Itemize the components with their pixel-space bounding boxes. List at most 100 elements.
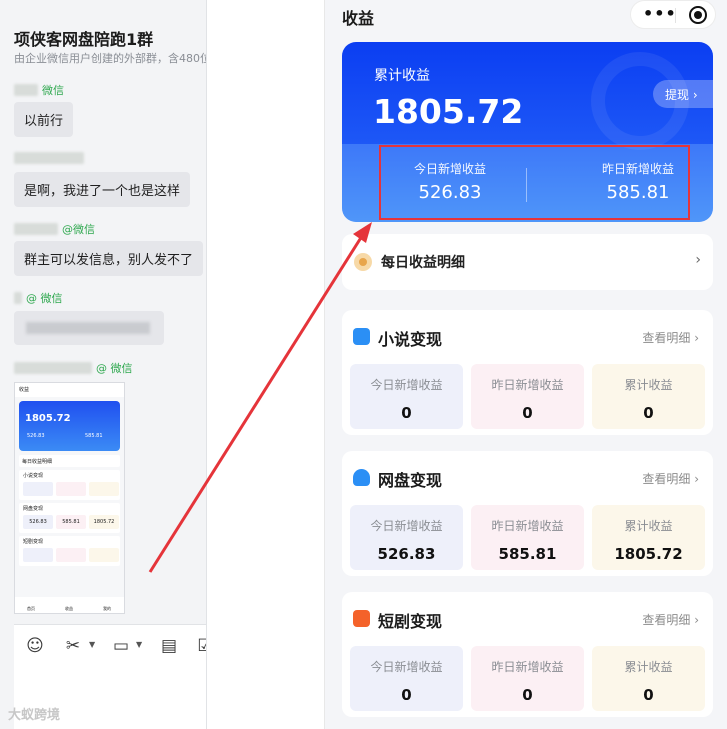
view-detail-link[interactable]: 查看明细 ›: [642, 611, 699, 628]
section-novel: 小说变现 查看明细 › 今日新增收益 0 昨日新增收益 0 累计收益 0: [342, 310, 713, 435]
message-bubble-blurred[interactable]: [14, 311, 164, 345]
message-bubble[interactable]: 是啊，我进了一个也是这样: [14, 172, 191, 207]
message-sender: @微信: [14, 221, 95, 237]
box-label: 累计收益: [624, 660, 673, 674]
view-detail-label: 查看明细: [642, 472, 691, 486]
message-sender: @ 微信: [14, 360, 133, 376]
view-detail-link[interactable]: 查看明细 ›: [642, 470, 699, 487]
chat-panel: 项侠客网盘陪跑1群 由企业微信用户创建的外部群，含480位外 微信 以前行 是啊…: [0, 0, 207, 729]
section-short-drama: 短剧变现 查看明细 › 今日新增收益 0 昨日新增收益 0 累计收益 0: [342, 592, 713, 717]
chevron-down-icon[interactable]: ▼: [89, 640, 95, 649]
message-sender: 微信: [14, 82, 64, 98]
box-label: 今日新增收益: [370, 519, 443, 533]
message-sender: @ 微信: [14, 290, 63, 306]
box-value: 0: [522, 686, 533, 704]
view-detail-label: 查看明细: [642, 331, 691, 345]
thumb-section: 短剧变现: [19, 536, 120, 566]
thumb-section-title: 网盘变现: [23, 506, 44, 512]
yesterday-box: 昨日新增收益 585.81: [471, 505, 584, 570]
box-label: 昨日新增收益: [491, 660, 564, 674]
total-earnings-label: 累计收益: [374, 68, 430, 84]
thumb-tab: 我的: [103, 606, 111, 611]
highlight-box: [379, 145, 690, 220]
emoji-icon[interactable]: ☺: [24, 635, 46, 657]
total-box: 累计收益 0: [592, 646, 705, 711]
blurred-name: [14, 223, 58, 235]
box-label: 昨日新增收益: [491, 519, 564, 533]
section-title: 小说变现: [378, 330, 443, 349]
total-box: 累计收益 1805.72: [592, 505, 705, 570]
chevron-down-icon[interactable]: ▼: [136, 640, 142, 649]
thumb-daily: 每日收益明细: [19, 455, 120, 467]
box-value: 0: [401, 404, 412, 422]
play-icon: [353, 610, 370, 627]
message-bubble[interactable]: 以前行: [14, 102, 74, 137]
today-box: 今日新增收益 526.83: [350, 505, 463, 570]
withdraw-label: 提现: [665, 88, 690, 102]
thumb-section: 网盘变现 526.83 585.81 1805.72: [19, 503, 120, 533]
box-value: 0: [643, 686, 654, 704]
blurred-name: [14, 292, 22, 304]
daily-earnings-detail-row[interactable]: 每日收益明细 ›: [342, 234, 713, 290]
cloud-upload-icon: [353, 469, 370, 486]
blurred-name: [14, 152, 84, 164]
message-bubble[interactable]: 群主可以发信息，别人发不了: [14, 241, 204, 276]
thumb-section-title: 短剧变现: [23, 539, 44, 545]
yesterday-box: 昨日新增收益 0: [471, 646, 584, 711]
view-detail-link[interactable]: 查看明细 ›: [642, 329, 699, 346]
box-value: 0: [522, 404, 533, 422]
box-label: 累计收益: [624, 378, 673, 392]
thumb-box: [56, 482, 86, 496]
watermark-text: 大蚁跨境: [8, 708, 61, 723]
scissors-icon[interactable]: ✂: [62, 635, 84, 657]
total-box: 累计收益 0: [592, 364, 705, 429]
sender-tag: @ 微信: [26, 292, 63, 305]
thumb-section-title: 小说变现: [23, 473, 44, 479]
miniprogram-capsule: •••: [630, 0, 716, 29]
box-label: 累计收益: [624, 519, 673, 533]
sender-tag: @ 微信: [96, 362, 133, 375]
daily-earnings-label: 每日收益明细: [381, 255, 465, 271]
earnings-page: 收益 ••• 累计收益 1805.72 提现 › 今日新增收益 526.83 昨…: [325, 0, 727, 729]
chevron-right-icon: ›: [692, 88, 698, 102]
total-earnings-value: 1805.72: [373, 92, 524, 131]
thumb-box: 526.83: [23, 515, 53, 529]
today-box: 今日新增收益 0: [350, 364, 463, 429]
thumb-yesterday: 585.81: [85, 433, 103, 439]
capsule-divider: [675, 8, 676, 23]
more-icon[interactable]: •••: [643, 4, 677, 23]
thumb-hero: 1805.72 526.83 585.81: [19, 401, 120, 451]
message-sender: [14, 152, 88, 164]
coin-icon: [354, 253, 372, 271]
box-value: 0: [401, 686, 412, 704]
blurred-text: [26, 322, 150, 334]
group-subtitle: 由企业微信用户创建的外部群，含480位外: [14, 52, 207, 65]
withdraw-button[interactable]: 提现 ›: [653, 80, 713, 108]
checkbox-icon[interactable]: ☑: [194, 635, 206, 657]
document-icon[interactable]: ▤: [158, 635, 180, 657]
box-value: 585.81: [498, 545, 557, 563]
today-box: 今日新增收益 0: [350, 646, 463, 711]
image-icon[interactable]: ▭: [110, 635, 132, 657]
thumb-tab: 收益: [65, 606, 73, 611]
page-title: 收益: [342, 9, 375, 28]
section-netdisk: 网盘变现 查看明细 › 今日新增收益 526.83 昨日新增收益 585.81 累计…: [342, 451, 713, 576]
screenshot-thumbnail[interactable]: 收益 1805.72 526.83 585.81 每日收益明细 小说变现 网盘变…: [14, 382, 125, 614]
sender-tag: 微信: [42, 84, 64, 97]
thumb-box: [23, 548, 53, 562]
thumb-box: [56, 548, 86, 562]
blurred-name: [14, 84, 38, 96]
blurred-name: [14, 362, 92, 374]
section-title: 短剧变现: [378, 612, 443, 631]
thumb-box: [23, 482, 53, 496]
blank-area: [207, 0, 325, 729]
thumb-total: 1805.72: [25, 413, 71, 424]
box-value: 1805.72: [614, 545, 683, 563]
yesterday-box: 昨日新增收益 0: [471, 364, 584, 429]
thumb-box: [89, 548, 119, 562]
thumb-box: [89, 482, 119, 496]
close-target-icon[interactable]: [689, 6, 707, 24]
thumb-today: 526.83: [27, 433, 45, 439]
sender-tag: @微信: [62, 223, 95, 236]
thumb-box: 585.81: [56, 515, 86, 529]
